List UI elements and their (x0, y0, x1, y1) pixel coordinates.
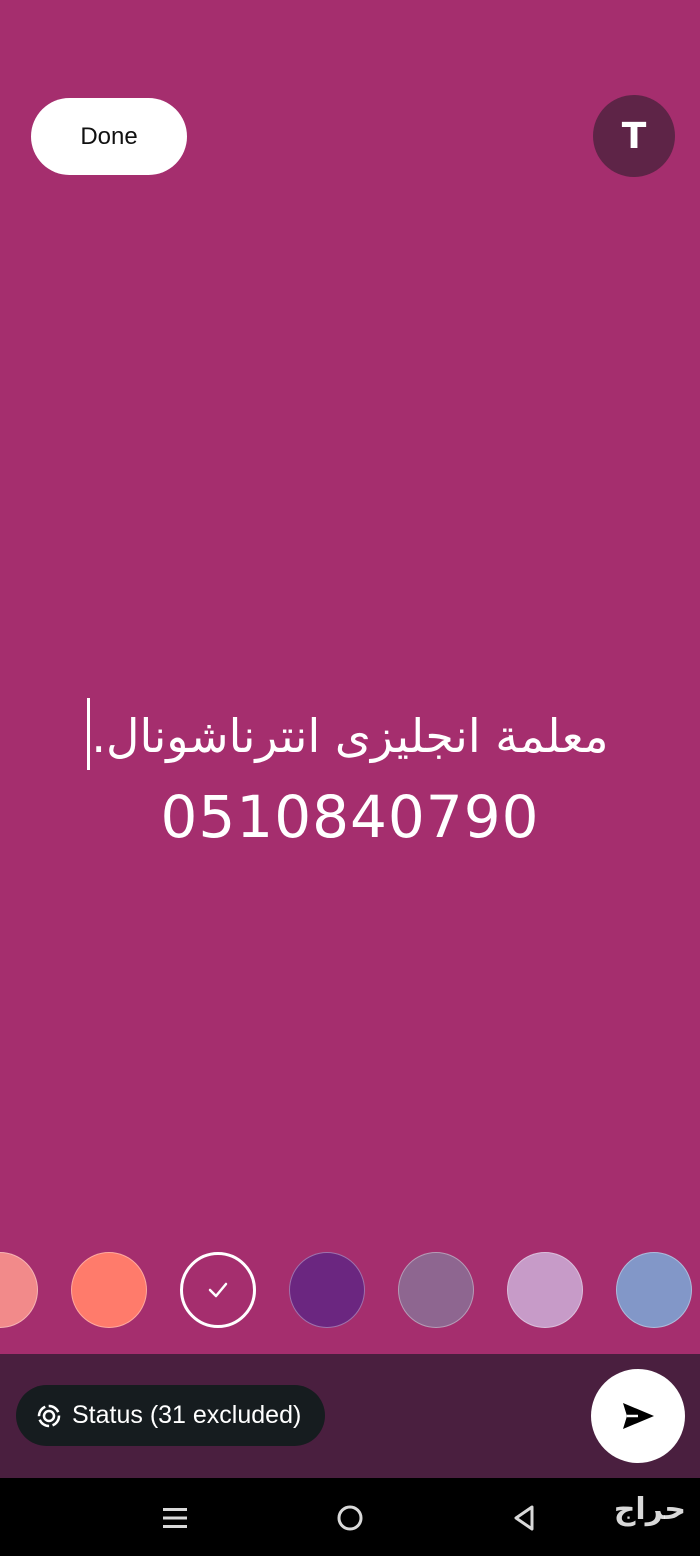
color-swatch[interactable] (289, 1252, 365, 1328)
audience-selector[interactable]: Status (31 excluded) (16, 1385, 326, 1446)
done-button[interactable]: Done (31, 98, 187, 175)
status-text-editor[interactable]: معلمة انجليزى انترناشونال. 0510840790 (0, 690, 700, 852)
send-button[interactable] (591, 1369, 685, 1463)
color-swatch[interactable] (0, 1252, 38, 1328)
recent-apps-icon (163, 1508, 187, 1528)
haraj-watermark: حراج (613, 1492, 686, 1527)
color-swatch[interactable] (71, 1252, 147, 1328)
status-text-line-2: 0510840790 (160, 783, 540, 851)
recent-apps-button[interactable] (153, 1496, 197, 1540)
color-swatch[interactable] (507, 1252, 583, 1328)
status-text-line-1-content: معلمة انجليزى انترناشونال. (91, 709, 609, 763)
font-style-label: T (621, 115, 647, 157)
send-arrow-icon (623, 1403, 654, 1429)
status-bottom-bar: Status (31 excluded) (0, 1354, 700, 1478)
back-button[interactable] (502, 1496, 546, 1540)
color-swatch[interactable] (616, 1252, 692, 1328)
system-navigation-bar: حراج (0, 1478, 700, 1556)
status-canvas[interactable]: Done T معلمة انجليزى انترناشونال. 051084… (0, 0, 700, 1354)
status-text-line-1: معلمة انجليزى انترناشونال. (87, 690, 609, 782)
font-style-button[interactable]: T (593, 95, 675, 177)
audience-label: Status (31 excluded) (72, 1401, 302, 1429)
back-triangle-icon (514, 1505, 534, 1531)
color-swatch-selected[interactable] (180, 1252, 256, 1328)
checkmark-icon (208, 1282, 228, 1298)
status-ring-icon (37, 1404, 61, 1427)
home-circle-icon (337, 1505, 363, 1531)
home-button[interactable] (328, 1496, 372, 1540)
color-palette (0, 1252, 700, 1330)
text-cursor (87, 698, 91, 770)
color-swatch[interactable] (398, 1252, 474, 1328)
